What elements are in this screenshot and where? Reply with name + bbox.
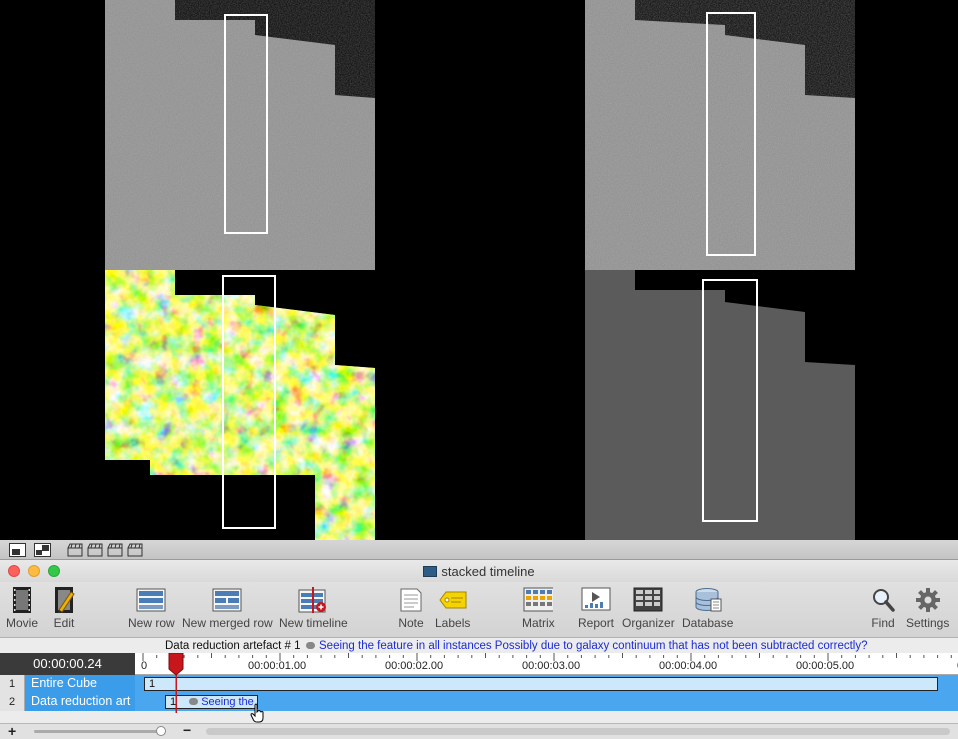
note-icon <box>396 586 426 614</box>
toolbar: Movie Edit New row New merged row New ti… <box>0 582 958 638</box>
database-icon <box>693 586 723 614</box>
organizer-button[interactable]: Organizer <box>622 586 675 630</box>
database-button[interactable]: Database <box>682 586 733 630</box>
row-number: 2 <box>0 693 25 711</box>
panel-bottom-left-colormap[interactable] <box>105 270 377 540</box>
comment-bubble-icon <box>306 642 315 649</box>
instance-info-bar: Data reduction artefact # 1 Seeing the f… <box>0 639 958 653</box>
labels-button[interactable]: Labels <box>435 586 470 630</box>
instance-comment[interactable]: Seeing the feature in all instances Poss… <box>306 639 868 653</box>
panel-top-right[interactable] <box>585 0 857 270</box>
ruler-tick-label: 00:00:03.00 <box>522 660 581 672</box>
clapper-icon-2[interactable] <box>87 543 104 557</box>
timeline-row-1[interactable]: 1 Entire Cube 1 <box>0 675 958 693</box>
report-icon <box>581 586 611 614</box>
timeline-rows: 1 Entire Cube 1 2 Data reduction art 1 S… <box>0 675 958 713</box>
ruler-tick-label: 0 <box>141 660 148 672</box>
movie-label: Movie <box>6 616 39 630</box>
find-label: Find <box>871 616 895 630</box>
film-icon <box>7 586 37 614</box>
new-row-icon <box>136 586 166 614</box>
comment-bubble-icon <box>189 698 199 705</box>
instance-clip[interactable]: 1 <box>144 677 938 691</box>
find-button[interactable]: Find <box>868 586 898 630</box>
edit-label: Edit <box>53 616 75 630</box>
panel-top-left[interactable] <box>105 0 377 270</box>
instance-name: Data reduction artefact # 1 <box>165 640 301 652</box>
zoom-slider-knob[interactable] <box>156 726 166 736</box>
layout-dual-icon[interactable] <box>34 543 51 557</box>
matrix-icon <box>523 586 554 614</box>
clapper-icon-4[interactable] <box>127 543 144 557</box>
merged-row-icon <box>212 586 242 614</box>
pencil-film-icon <box>49 586 79 614</box>
playhead[interactable] <box>168 652 184 713</box>
row-name[interactable]: Entire Cube <box>31 676 135 690</box>
ruler-tick-label: 00:00:02.00 <box>385 660 444 672</box>
label-tag-icon <box>438 586 468 614</box>
new-row-label: New row <box>128 616 175 630</box>
new-merged-row-label: New merged row <box>182 616 273 630</box>
screen: stacked timeline Movie Edit New row New … <box>0 0 958 739</box>
zoom-slider[interactable] <box>34 726 166 736</box>
image-viewer <box>0 0 958 540</box>
window-title-text: stacked timeline <box>441 564 535 579</box>
search-icon <box>868 586 898 614</box>
database-label: Database <box>682 616 734 630</box>
ruler-tick-label: 00:00:05.00 <box>796 660 855 672</box>
edit-button[interactable]: Edit <box>49 586 79 630</box>
row-number: 1 <box>0 675 25 693</box>
title-bar[interactable]: stacked timeline <box>0 560 958 582</box>
report-label: Report <box>578 616 615 630</box>
time-ruler[interactable]: 00:00:00.24 0 00:00:01.00 00:00:02.00 00:00… <box>0 653 958 675</box>
viewer-control-strip <box>0 540 958 560</box>
new-timeline-label: New timeline <box>279 616 348 630</box>
settings-button[interactable]: Settings <box>906 586 949 630</box>
panel-bottom-right[interactable] <box>585 270 857 540</box>
clip-note: Seeing the <box>201 696 254 708</box>
report-button[interactable]: Report <box>578 586 614 630</box>
labels-label: Labels <box>435 616 471 630</box>
matrix-button[interactable]: Matrix <box>522 586 555 630</box>
organizer-icon <box>633 586 663 614</box>
current-timecode: 00:00:00.24 <box>0 653 135 675</box>
horizontal-scrollbar[interactable] <box>206 728 950 735</box>
document-icon <box>423 566 438 577</box>
window-title: stacked timeline <box>0 564 958 579</box>
row-name[interactable]: Data reduction art <box>31 694 135 708</box>
organizer-label: Organizer <box>622 616 675 630</box>
clapper-icon-3[interactable] <box>107 543 124 557</box>
timeline-row-2[interactable]: 2 Data reduction art 1 Seeing the <box>0 693 958 711</box>
movie-button[interactable]: Movie <box>6 586 38 630</box>
new-timeline-icon <box>298 586 328 614</box>
timeline-window: stacked timeline Movie Edit New row New … <box>0 560 958 739</box>
new-merged-row-button[interactable]: New merged row <box>182 586 273 630</box>
remove-icon[interactable]: − <box>183 722 191 738</box>
add-icon[interactable]: + <box>8 723 16 739</box>
matrix-label: Matrix <box>522 616 555 630</box>
new-row-button[interactable]: New row <box>128 586 175 630</box>
settings-label: Settings <box>906 616 950 630</box>
ruler-tick-label: 00:00:04.00 <box>659 660 718 672</box>
layout-single-icon[interactable] <box>9 543 26 557</box>
note-label: Note <box>398 616 424 630</box>
new-timeline-button[interactable]: New timeline <box>279 586 348 630</box>
instance-comment-text: Seeing the feature in all instances Poss… <box>319 640 868 652</box>
row-track[interactable]: 1 <box>135 675 958 693</box>
bottom-bar: + − <box>0 722 958 739</box>
clapper-icon-1[interactable] <box>67 543 84 557</box>
ruler-tick-label: 00:00:01.00 <box>248 660 307 672</box>
note-button[interactable]: Note <box>396 586 426 630</box>
clip-label: 1 <box>149 678 156 690</box>
gear-icon <box>913 586 943 614</box>
